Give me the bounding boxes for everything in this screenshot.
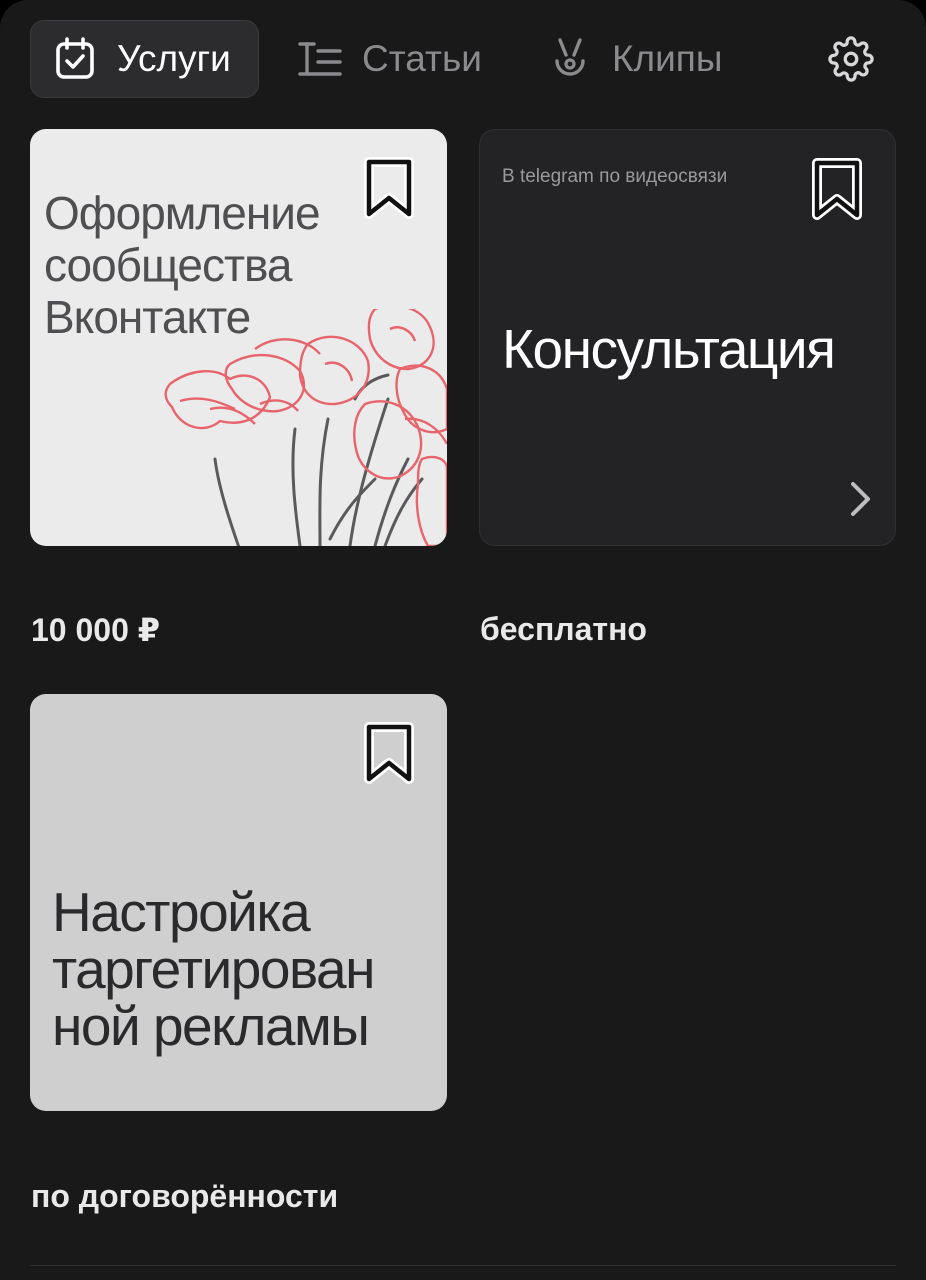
gear-icon — [828, 35, 874, 87]
price-label: 10 000 ₽ — [31, 612, 161, 648]
card-title: Консультация — [502, 318, 836, 380]
settings-button[interactable] — [826, 35, 876, 87]
bookmark-icon — [812, 158, 862, 220]
bookmark-icon — [364, 157, 414, 219]
chevron-right-icon[interactable] — [844, 478, 874, 520]
top-tabs: Услуги Статьи Клипы — [0, 0, 926, 120]
price-label: бесплатно — [480, 611, 647, 647]
tab-articles-label: Статьи — [362, 38, 482, 79]
bookmark-button[interactable] — [361, 721, 417, 787]
calendar-check-icon — [53, 37, 97, 81]
text-lines-icon — [298, 37, 342, 81]
card-title: Настройка таргетирован ной рекламы — [52, 881, 376, 1057]
price-label: по договорённости — [31, 1178, 339, 1214]
bookmark-icon — [364, 722, 414, 784]
tab-articles[interactable]: Статьи — [298, 20, 482, 98]
service-card-targeting[interactable]: Настройка таргетирован ной рекламы — [30, 694, 447, 1111]
service-card-consultation[interactable]: В telegram по видеосвязи Консультация — [479, 129, 896, 546]
card-subtitle: В telegram по видеосвязи — [502, 166, 728, 187]
tab-clips[interactable]: Клипы — [548, 20, 722, 98]
clips-icon — [548, 37, 592, 81]
flowers-illustration — [164, 309, 447, 546]
services-screen: Услуги Статьи Клипы Оформление сообществ… — [0, 0, 926, 1280]
card-title: Оформление сообщества Вконтакте — [44, 187, 321, 343]
tab-services-label: Услуги — [117, 38, 231, 79]
bookmark-button[interactable] — [361, 156, 417, 222]
tab-clips-label: Клипы — [612, 38, 723, 79]
service-card-vk-design[interactable]: Оформление сообщества Вконтакте — [30, 129, 447, 546]
tab-services[interactable]: Услуги — [30, 20, 259, 98]
bookmark-button[interactable] — [809, 157, 865, 223]
divider — [30, 1265, 896, 1266]
